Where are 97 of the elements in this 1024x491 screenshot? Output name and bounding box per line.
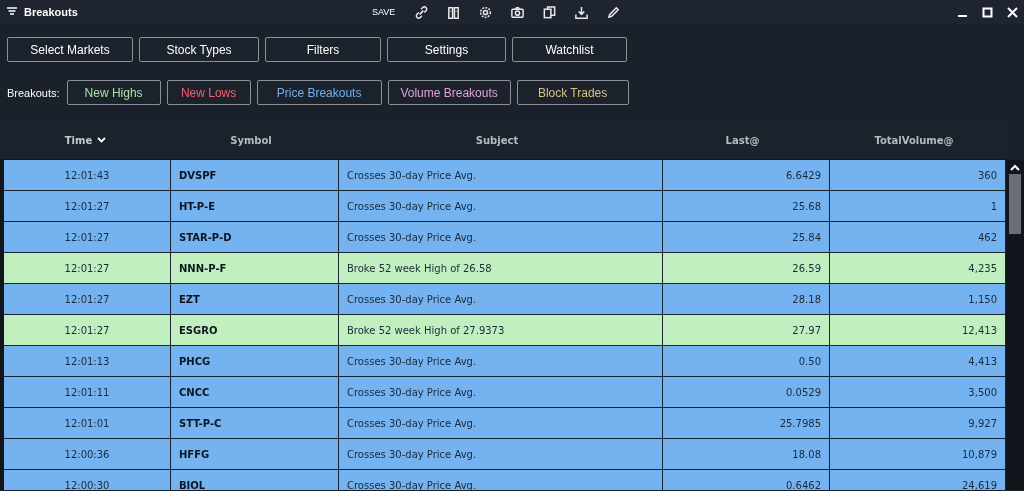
- column-header[interactable]: Symbol: [230, 134, 272, 146]
- table-cell: Crosses 30-day Price Avg.: [347, 231, 477, 243]
- table-cell: 25.84: [792, 231, 821, 243]
- table-cell: 25.7985: [779, 417, 821, 429]
- toolbar-button[interactable]: Select Markets: [7, 37, 133, 62]
- window-title: Breakouts: [24, 6, 78, 18]
- table-cell: CNCC: [179, 386, 210, 398]
- table-cell: BIOL: [179, 479, 206, 490]
- table-cell: 27.97: [792, 324, 821, 336]
- close-icon[interactable]: [1007, 6, 1018, 18]
- table-cell: 25.68: [792, 200, 821, 212]
- table-cell: NNN-P-F: [179, 262, 227, 274]
- table-row[interactable]: 12:01:43 DVSPF Crosses 30-day Price Avg. 6.6429 360: [4, 160, 1006, 191]
- camera-icon[interactable]: [510, 4, 526, 20]
- table-cell: 9,927: [968, 417, 997, 429]
- column-header[interactable]: Time: [64, 134, 93, 146]
- menu-icon[interactable]: [6, 7, 18, 17]
- table-cell: EZT: [179, 293, 200, 305]
- save-button[interactable]: SAVE: [372, 7, 396, 17]
- table-cell: 4,413: [968, 355, 997, 367]
- table-row[interactable]: 12:01:27 EZT Crosses 30-day Price Avg. 28.18 1,150: [4, 284, 1006, 315]
- table-cell: 12:01:11: [64, 386, 110, 398]
- table-cell: 1,150: [968, 293, 997, 305]
- table-row[interactable]: 12:00:36 HFFG Crosses 30-day Price Avg. 18.08 10,879: [4, 439, 1006, 470]
- table-cell: Crosses 30-day Price Avg.: [347, 386, 477, 398]
- table-row[interactable]: 12:00:30 BIOL Crosses 30-day Price Avg. 0.6462 24,619: [4, 470, 1006, 490]
- table-cell: 18.08: [792, 448, 821, 460]
- breakout-filter-button[interactable]: New Lows: [166, 80, 251, 105]
- sort-caret-icon[interactable]: [97, 137, 107, 143]
- toolbar-button[interactable]: Stock Types: [139, 37, 259, 62]
- column-header[interactable]: TotalVolume@: [874, 134, 954, 146]
- breakout-filter-button[interactable]: Block Trades: [516, 80, 629, 105]
- table-cell: Crosses 30-day Price Avg.: [347, 448, 477, 460]
- toolbar-button[interactable]: Settings: [387, 37, 506, 62]
- table-cell: 6.6429: [786, 169, 821, 181]
- table-cell: 12:01:01: [64, 417, 110, 429]
- download-icon[interactable]: [574, 4, 590, 20]
- breakout-filter-button[interactable]: Volume Breakouts: [387, 80, 511, 105]
- table-cell: Crosses 30-day Price Avg.: [347, 293, 477, 305]
- copy-icon[interactable]: [542, 4, 558, 20]
- scroll-up-icon[interactable]: [1010, 164, 1020, 172]
- maximize-icon[interactable]: [982, 6, 993, 18]
- table-cell: 28.18: [792, 293, 821, 305]
- table-cell: ESGRO: [179, 324, 218, 336]
- table-cell: Crosses 30-day Price Avg.: [347, 417, 477, 429]
- table-cell: 12:01:13: [64, 355, 110, 367]
- table-cell: 1: [990, 200, 997, 212]
- table-row[interactable]: 12:01:27 STAR-P-D Crosses 30-day Price Avg. 25.84 462: [4, 222, 1006, 253]
- book-icon[interactable]: [446, 4, 462, 20]
- table-cell: STAR-P-D: [179, 231, 232, 243]
- column-header[interactable]: Last@: [725, 134, 760, 146]
- scrollbar-thumb[interactable]: [1009, 174, 1021, 234]
- table-cell: 26.59: [792, 262, 821, 274]
- table-cell: 0.0529: [786, 386, 821, 398]
- table-cell: 12:00:30: [64, 479, 110, 490]
- table-cell: 12,413: [962, 324, 997, 336]
- table-cell: Crosses 30-day Price Avg.: [347, 479, 477, 490]
- table-cell: 360: [977, 169, 997, 181]
- table-cell: Broke 52 week High of 26.58: [347, 262, 492, 274]
- table-row[interactable]: 12:01:13 PHCG Crosses 30-day Price Avg. 0.50 4,413: [4, 346, 1006, 377]
- table-row[interactable]: 12:01:27 NNN-P-F Broke 52 week High of 26.58 26.59 4,235: [4, 253, 1006, 284]
- table-cell: STT-P-C: [179, 417, 222, 429]
- pencil-icon[interactable]: [606, 4, 622, 20]
- table-cell: PHCG: [179, 355, 211, 367]
- table-cell: 12:00:36: [64, 448, 110, 460]
- table-cell: 0.6462: [786, 479, 821, 490]
- table-cell: Crosses 30-day Price Avg.: [347, 169, 477, 181]
- table-cell: 10,879: [962, 448, 997, 460]
- breakout-filter-button[interactable]: New Highs: [66, 80, 161, 105]
- table-cell: 12:01:43: [64, 169, 110, 181]
- settings-icon[interactable]: [478, 4, 494, 20]
- toolbar-button[interactable]: Watchlist: [512, 37, 627, 62]
- table-cell: DVSPF: [179, 169, 217, 181]
- table-row[interactable]: 12:01:27 ESGRO Broke 52 week High of 27.9373 27.97 12,413: [4, 315, 1006, 346]
- table-cell: 12:01:27: [64, 293, 110, 305]
- table-cell: HFFG: [179, 448, 210, 460]
- column-header[interactable]: Subject: [475, 134, 519, 146]
- table-cell: 12:01:27: [64, 231, 110, 243]
- table-cell: Crosses 30-day Price Avg.: [347, 200, 477, 212]
- table-cell: 12:01:27: [64, 262, 110, 274]
- table-cell: 24,619: [962, 479, 997, 490]
- table-cell: 12:01:27: [64, 324, 110, 336]
- link-icon[interactable]: [414, 4, 430, 20]
- breakout-filter-button[interactable]: Price Breakouts: [256, 80, 382, 105]
- table-cell: 3,500: [968, 386, 997, 398]
- table-cell: Crosses 30-day Price Avg.: [347, 355, 477, 367]
- table-cell: 12:01:27: [64, 200, 110, 212]
- table-cell: HT-P-E: [179, 200, 215, 212]
- table-cell: 4,235: [968, 262, 997, 274]
- table-cell: Broke 52 week High of 27.9373: [347, 324, 505, 336]
- table-row[interactable]: 12:01:11 CNCC Crosses 30-day Price Avg. 0.0529 3,500: [4, 377, 1006, 408]
- table-row[interactable]: 12:01:27 HT-P-E Crosses 30-day Price Avg. 25.68 1: [4, 191, 1006, 222]
- toolbar-button[interactable]: Filters: [265, 37, 381, 62]
- table-row[interactable]: 12:01:01 STT-P-C Crosses 30-day Price Avg. 25.7985 9,927: [4, 408, 1006, 439]
- table-cell: 0.50: [798, 355, 821, 367]
- table-cell: 462: [977, 231, 997, 243]
- breakouts-label: Breakouts:: [7, 86, 60, 99]
